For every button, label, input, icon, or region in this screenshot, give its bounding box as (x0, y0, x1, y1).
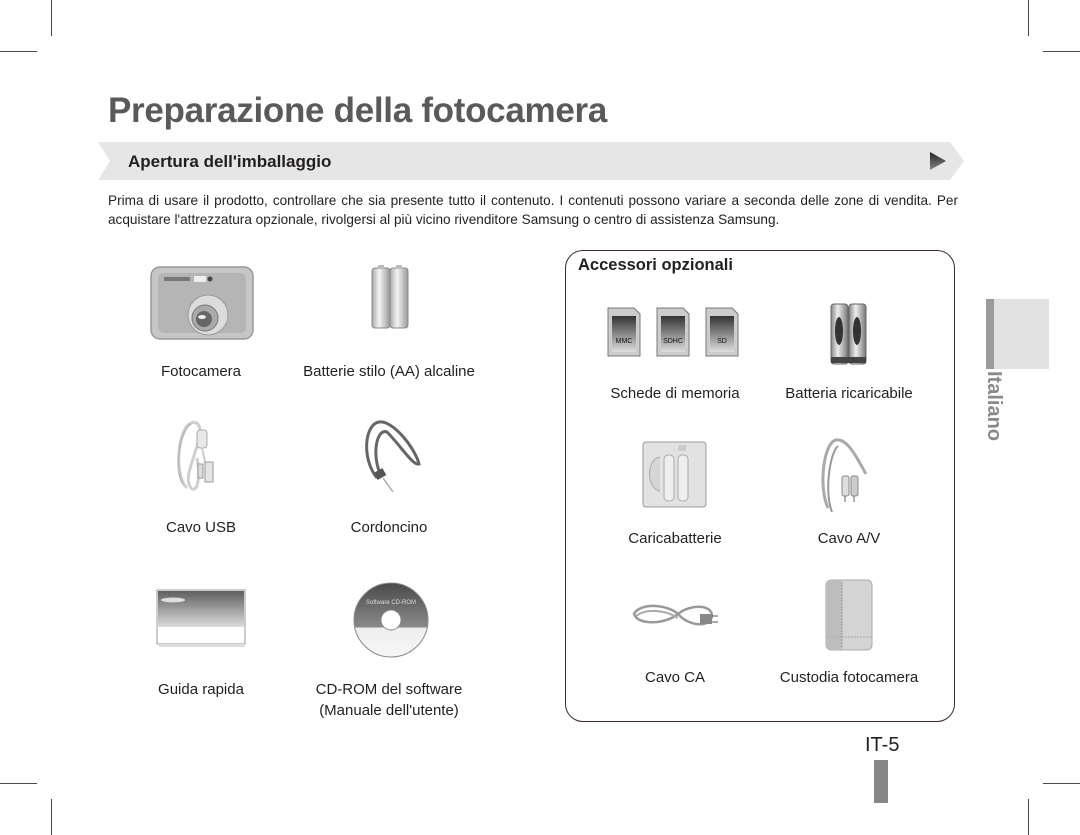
ac-cable-icon (632, 604, 718, 626)
crop-mark (51, 799, 52, 835)
item-rechargeable-battery: Batteria ricaricabile (785, 385, 913, 402)
rechargeable-battery-icon (830, 303, 867, 365)
crop-mark (1028, 0, 1029, 36)
crop-mark (0, 783, 37, 784)
item-camera: Fotocamera (160, 363, 242, 380)
camera-case-icon (825, 579, 873, 651)
svg-text:SDHC: SDHC (663, 338, 683, 345)
language-tab-edge (986, 299, 994, 369)
camera-icon (150, 266, 254, 340)
svg-text:SD: SD (717, 338, 727, 345)
strap-icon (365, 420, 421, 493)
av-cable-icon (821, 438, 868, 513)
crop-mark (1043, 783, 1080, 784)
memory-cards-icon: MMC SDHC SD (607, 307, 739, 357)
page-marker-bar (874, 760, 888, 803)
item-cd-rom: CD-ROM del software (Manuale dell'utente… (315, 681, 463, 719)
item-strap: Cordoncino (350, 519, 428, 536)
page-number: IT-5 (865, 734, 900, 756)
usb-cable-icon (177, 421, 214, 491)
cd-rom-icon: Software CD-ROM (353, 582, 429, 658)
svg-text:MMC: MMC (616, 338, 633, 345)
item-aa-batteries: Batterie stilo (AA) alcaline (303, 363, 475, 380)
aa-batteries-icon (371, 265, 409, 329)
crop-mark (1043, 51, 1080, 52)
page-title: Preparazione della fotocamera (108, 91, 607, 130)
item-memory-cards: Schede di memoria (610, 385, 740, 402)
item-charger: Caricabatterie (628, 530, 722, 547)
item-ac-cable: Cavo CA (644, 669, 706, 686)
optional-accessories-title: Accessori opzionali (578, 256, 733, 274)
language-label: Italiano (983, 371, 1005, 442)
item-av-cable: Cavo A/V (817, 530, 881, 547)
item-camera-case: Custodia fotocamera (779, 669, 919, 686)
crop-mark (1028, 799, 1029, 835)
svg-text:Software CD-ROM: Software CD-ROM (366, 600, 416, 606)
charger-icon (642, 441, 707, 508)
crop-mark (51, 0, 52, 36)
crop-mark (0, 51, 37, 52)
quick-guide-icon (156, 589, 246, 647)
section-title: Apertura dell'imballaggio (128, 152, 332, 171)
item-usb-cable: Cavo USB (165, 519, 237, 536)
intro-paragraph: Prima di usare il prodotto, controllare … (108, 193, 958, 227)
language-tab (986, 299, 1049, 369)
item-quick-guide: Guida rapida (158, 681, 244, 698)
